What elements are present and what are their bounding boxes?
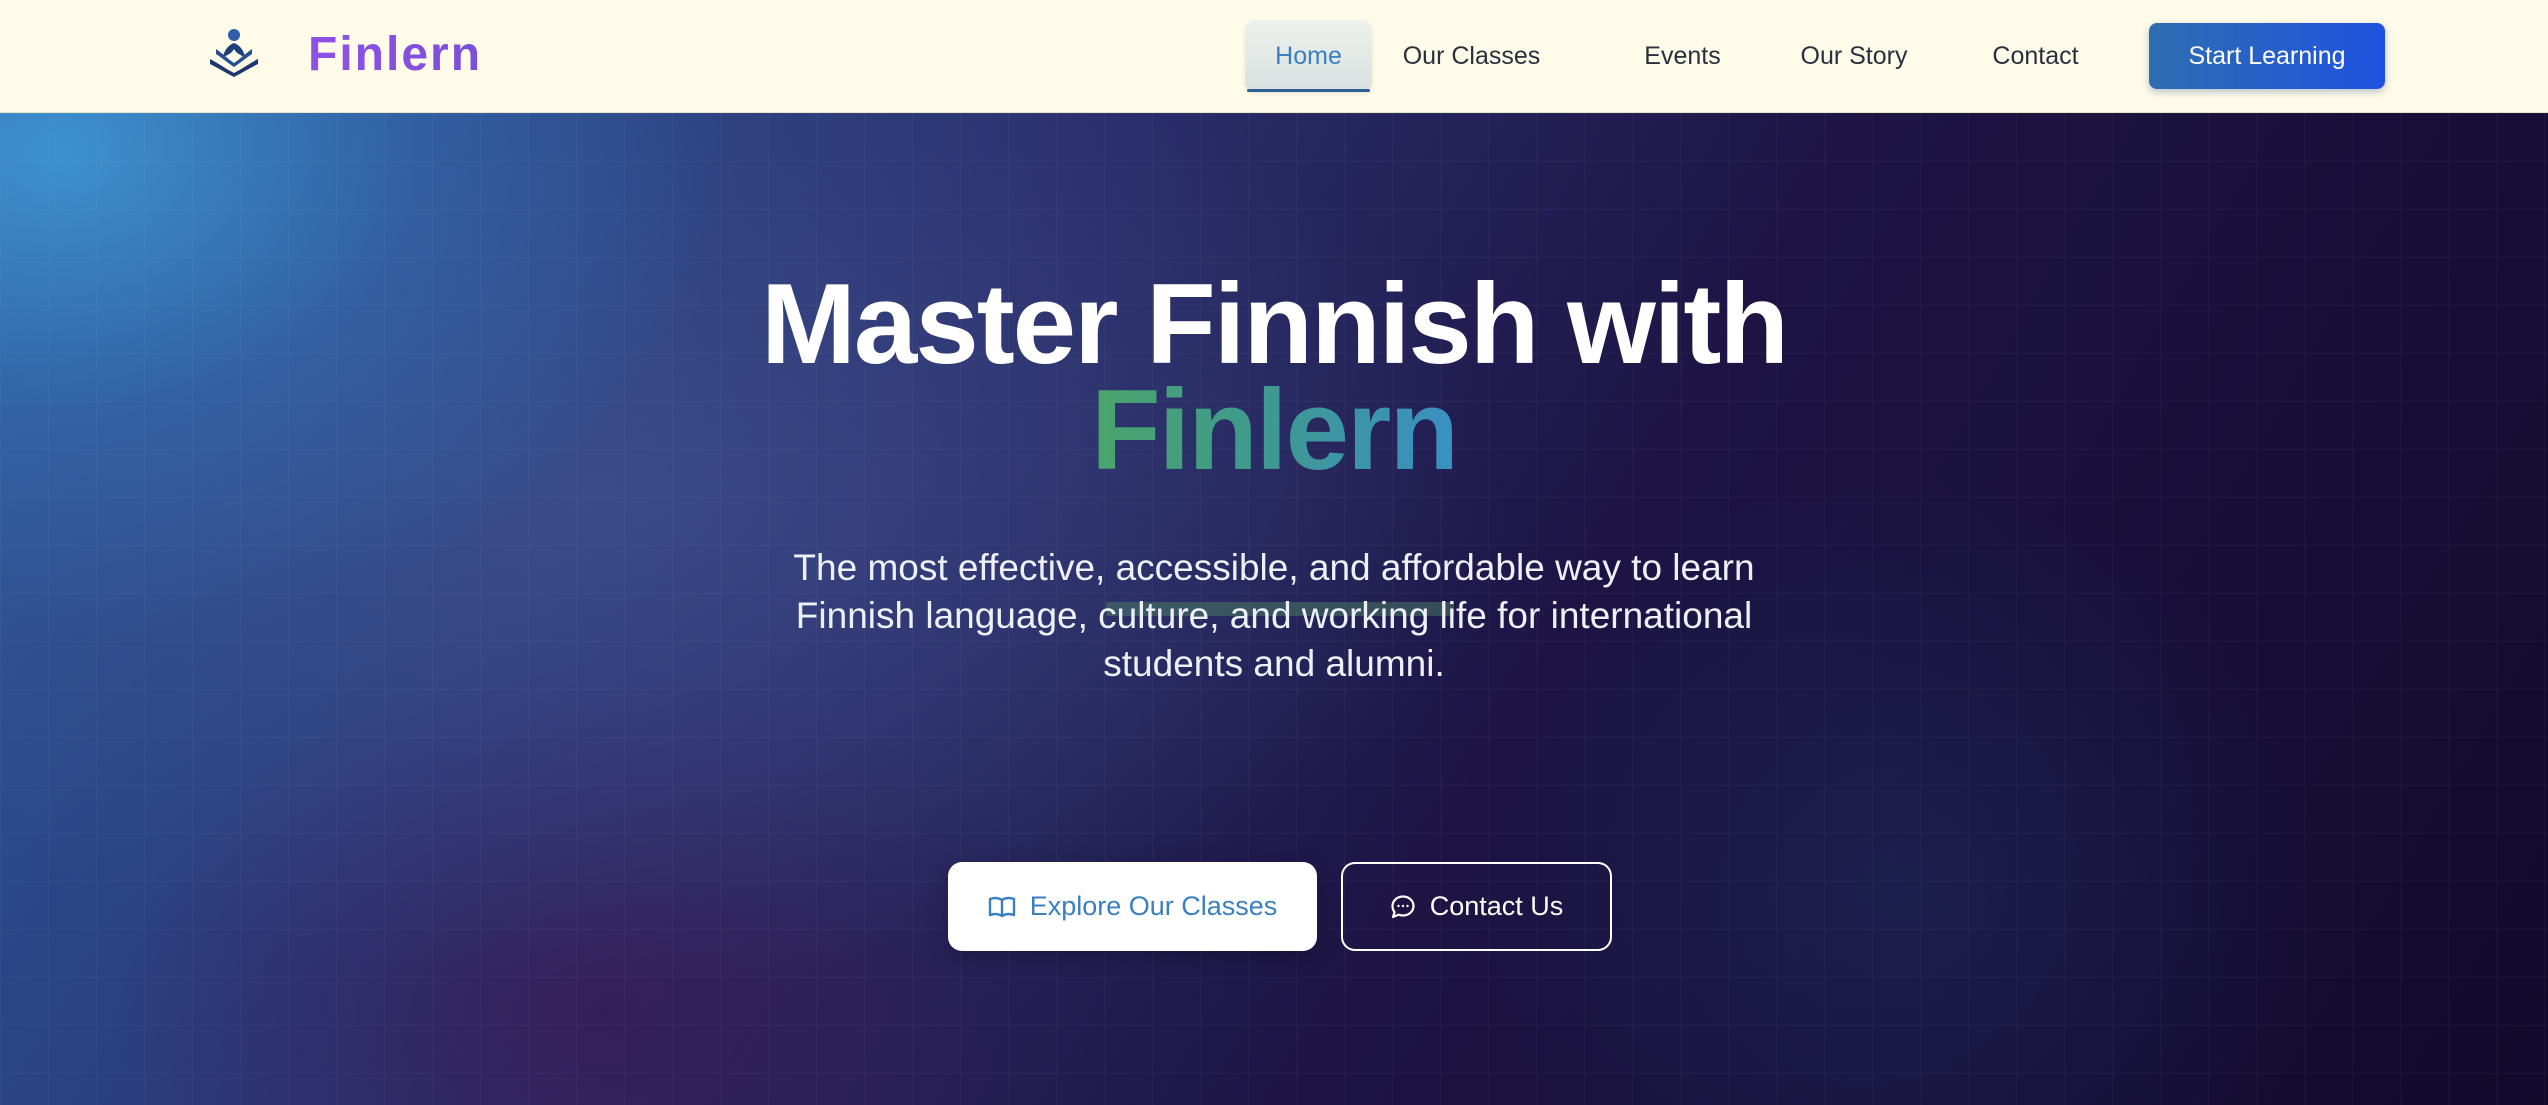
page: Finlern Home Our Classes Events Our Stor… [0, 0, 2548, 1105]
hero-brand-wrap: Finlern [0, 374, 2548, 488]
contact-us-label: Contact Us [1429, 891, 1564, 921]
explore-classes-button[interactable]: Explore Our Classes [948, 862, 1317, 951]
hero-brand-name: Finlern [1087, 374, 1461, 488]
hero-title: Master Finnish with [760, 261, 1789, 388]
nav-events[interactable]: Events [1635, 20, 1730, 92]
contact-us-button[interactable]: Contact Us [1341, 862, 1612, 951]
explore-classes-label: Explore Our Classes [1029, 891, 1278, 921]
brand-link[interactable]: Finlern [204, 27, 480, 81]
reader-book-logo-icon [204, 27, 264, 79]
chat-bubble-icon [1390, 894, 1416, 920]
nav-our-story[interactable]: Our Story [1792, 20, 1916, 92]
book-open-icon [988, 895, 1016, 919]
nav-our-classes[interactable]: Our Classes [1398, 20, 1545, 92]
nav-contact[interactable]: Contact [1978, 20, 2093, 92]
navbar: Finlern Home Our Classes Events Our Stor… [0, 0, 2548, 113]
hero-subtitle: The most effective, accessible, and affo… [793, 547, 1755, 684]
start-learning-button[interactable]: Start Learning [2149, 23, 2385, 89]
nav-home[interactable]: Home [1245, 20, 1372, 92]
brand-name: Finlern [308, 28, 483, 81]
